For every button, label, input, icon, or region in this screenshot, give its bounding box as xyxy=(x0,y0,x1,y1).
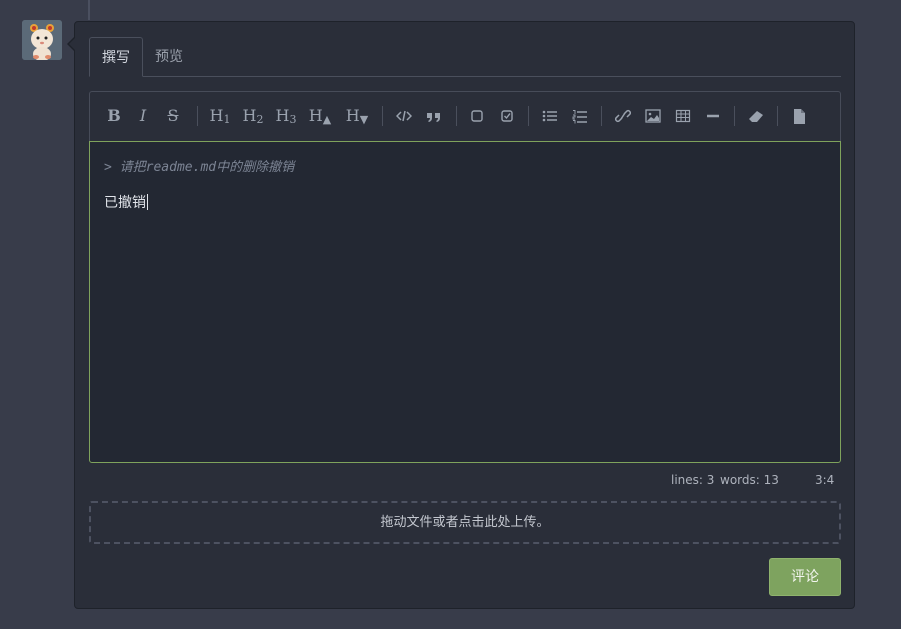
heading-1-letter: H xyxy=(209,106,224,125)
numbered-list-button[interactable] xyxy=(570,105,590,127)
checked-box-icon xyxy=(501,110,513,122)
toolbar-divider xyxy=(601,106,602,126)
checked-box-button[interactable] xyxy=(497,105,517,127)
clear-format-button[interactable] xyxy=(746,105,766,127)
template-button[interactable] xyxy=(789,105,809,127)
toolbar-divider xyxy=(734,106,735,126)
code-button[interactable] xyxy=(394,105,414,127)
code-icon xyxy=(395,110,413,122)
heading-bigger-letter: H xyxy=(308,106,323,125)
heading-1-sub: 1 xyxy=(223,113,231,126)
tab-preview[interactable]: 预览 xyxy=(143,37,195,76)
heading-2-button[interactable]: H2 xyxy=(241,105,265,127)
editor-toolbar: B I S H1 H2 H3 H▲ H▼ xyxy=(89,91,841,141)
tab-write[interactable]: 撰写 xyxy=(89,37,143,77)
toolbar-divider xyxy=(197,106,198,126)
heading-3-button[interactable]: H3 xyxy=(274,105,298,127)
line-count: lines: 3 xyxy=(671,473,715,487)
toolbar-divider xyxy=(777,106,778,126)
heading-bigger-sub: ▲ xyxy=(322,113,332,126)
heading-2-sub: 2 xyxy=(256,113,264,126)
strikethrough-button[interactable]: S xyxy=(166,105,180,127)
heading-smaller-button[interactable]: H▼ xyxy=(344,105,370,127)
toolbar-divider xyxy=(382,106,383,126)
timeline-line xyxy=(88,0,90,20)
heading-smaller-letter: H xyxy=(345,106,360,125)
quote-icon xyxy=(427,113,440,122)
bullet-list-button[interactable] xyxy=(540,105,560,127)
panel-arrow xyxy=(67,36,76,52)
heading-smaller-sub: ▼ xyxy=(359,113,369,126)
file-upload-dropzone[interactable]: 拖动文件或者点击此处上传。 xyxy=(89,501,841,544)
file-icon xyxy=(794,109,805,124)
comment-submit-button[interactable]: 评论 xyxy=(769,558,841,596)
bullet-list-icon xyxy=(542,110,557,122)
heading-3-sub: 3 xyxy=(289,113,297,126)
checkbox-button[interactable] xyxy=(467,105,487,127)
horizontal-rule-icon xyxy=(707,114,719,118)
comment-panel: 撰写 预览 B I S H1 H2 H3 H▲ H▼ > 请把readme.md… xyxy=(67,21,855,609)
table-button[interactable] xyxy=(673,105,693,127)
numbered-list-icon xyxy=(572,110,587,124)
toolbar-divider xyxy=(528,106,529,126)
checkbox-icon xyxy=(471,110,483,122)
quoted-text: > 请把readme.md中的删除撤销 xyxy=(104,160,295,175)
avatar-image xyxy=(22,20,62,60)
editor-text-content: 已撤销 xyxy=(104,195,146,211)
heading-bigger-button[interactable]: H▲ xyxy=(307,105,333,127)
link-icon xyxy=(614,109,632,123)
eraser-icon xyxy=(749,111,763,122)
editor-text: 已撤销 xyxy=(104,192,148,212)
link-button[interactable] xyxy=(613,105,633,127)
avatar[interactable] xyxy=(22,20,62,60)
bold-button[interactable]: B xyxy=(107,105,121,127)
horizontal-rule-button[interactable] xyxy=(703,105,723,127)
toolbar-divider xyxy=(456,106,457,126)
markdown-editor[interactable]: > 请把readme.md中的删除撤销 已撤销 xyxy=(89,141,841,463)
image-icon xyxy=(645,109,661,123)
word-count: words: 13 xyxy=(720,473,779,487)
text-caret xyxy=(147,194,148,210)
heading-2-letter: H xyxy=(242,106,257,125)
heading-3-letter: H xyxy=(275,106,290,125)
quote-button[interactable] xyxy=(424,105,444,127)
italic-button[interactable]: I xyxy=(137,105,149,127)
image-button[interactable] xyxy=(643,105,663,127)
table-icon xyxy=(675,109,691,123)
heading-1-button[interactable]: H1 xyxy=(208,105,232,127)
editor-tabs: 撰写 预览 xyxy=(89,37,841,77)
cursor-position: 3:4 xyxy=(815,473,835,487)
